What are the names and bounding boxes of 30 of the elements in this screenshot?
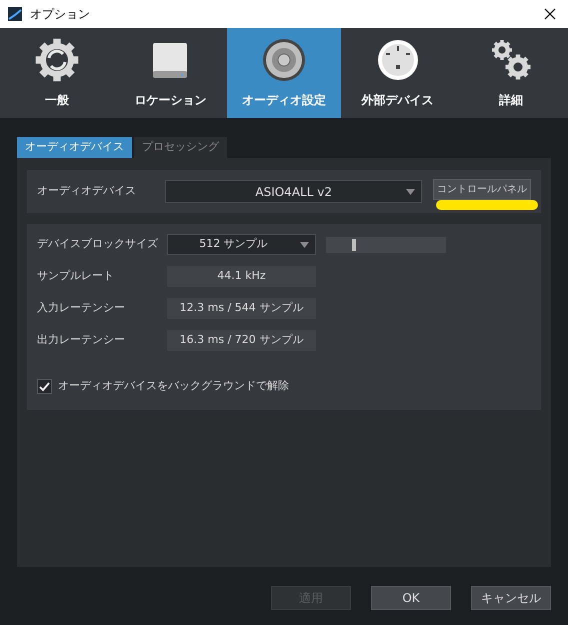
category-tab[interactable]: 一般 [0, 28, 114, 118]
dialog-button[interactable]: キャンセル [471, 586, 551, 610]
caret-icon [300, 242, 309, 248]
checkbox-label: オーディオデバイスをバックグラウンドで解除 [58, 378, 289, 394]
readout-value: 16.3 ms / 720 サンプル [167, 330, 316, 351]
window-title: オプション [30, 6, 90, 23]
sub-tab[interactable]: オーディオデバイス [17, 137, 132, 158]
sub-tab[interactable]: プロセッシング [134, 137, 227, 158]
category-tab[interactable]: 詳細 [454, 28, 568, 118]
field-label: 入力レーテンシー [37, 300, 126, 316]
field-label: デバイスブロックサイズ [37, 236, 159, 252]
control-panel-button[interactable]: コントロールパネル [433, 179, 531, 200]
readout-value: 44.1 kHz [167, 266, 316, 287]
gear-icon [34, 37, 80, 83]
caret-icon [406, 188, 415, 194]
field-label: オーディオデバイス [37, 183, 137, 200]
field-label: 出力レーテンシー [37, 332, 126, 348]
category-tab[interactable]: ロケーション [114, 28, 228, 118]
readout-value: 12.3 ms / 544 サンプル [167, 298, 316, 319]
close-icon[interactable] [544, 8, 556, 20]
device-dropdown[interactable]: ASIO4ALL v2 [165, 180, 422, 203]
dialog-button[interactable]: OK [371, 586, 451, 610]
category-tab[interactable]: オーディオ設定 [227, 28, 341, 118]
block-size-dropdown[interactable]: 512 サンプル [167, 234, 316, 255]
app-logo-icon [8, 7, 22, 21]
category-tab[interactable]: 外部デバイス [340, 28, 454, 118]
speaker-icon [260, 37, 307, 83]
slider-thumb[interactable] [352, 238, 356, 250]
field-label: サンプルレート [37, 268, 115, 284]
checkbox[interactable] [37, 378, 52, 394]
